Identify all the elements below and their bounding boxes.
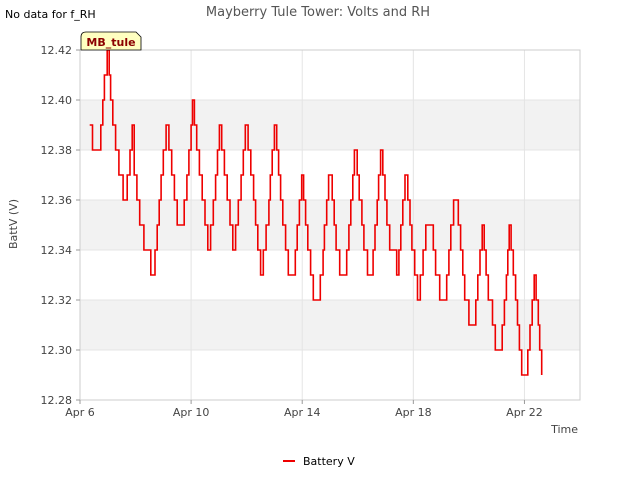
no-data-note: No data for f_RH (5, 8, 96, 21)
x-tick-label: Apr 18 (395, 406, 432, 419)
x-tick-label: Apr 22 (506, 406, 543, 419)
x-tick-label: Apr 6 (65, 406, 95, 419)
x-tick-label: Apr 14 (284, 406, 321, 419)
chart-title: Mayberry Tule Tower: Volts and RH (206, 5, 430, 20)
y-tick-label: 12.30 (41, 344, 73, 357)
y-tick-label: 12.36 (41, 194, 73, 207)
y-axis-label: BattV (V) (7, 199, 20, 249)
x-axis-label: Time (550, 423, 578, 436)
station-badge-label: MB_tule (86, 36, 135, 49)
plot-band (80, 100, 580, 150)
y-tick-label: 12.38 (41, 144, 73, 157)
y-tick-label: 12.34 (41, 244, 73, 257)
chart-svg: 12.2812.3012.3212.3412.3612.3812.4012.42… (5, 5, 581, 468)
legend-label-battery-v: Battery V (303, 455, 355, 468)
y-tick-label: 12.40 (41, 94, 73, 107)
legend: Battery V (283, 455, 355, 468)
station-badge: MB_tule (80, 31, 142, 51)
y-tick-label: 12.32 (41, 294, 73, 307)
y-tick-label: 12.42 (41, 44, 73, 57)
plot-band (80, 200, 580, 250)
x-tick-label: Apr 10 (173, 406, 210, 419)
